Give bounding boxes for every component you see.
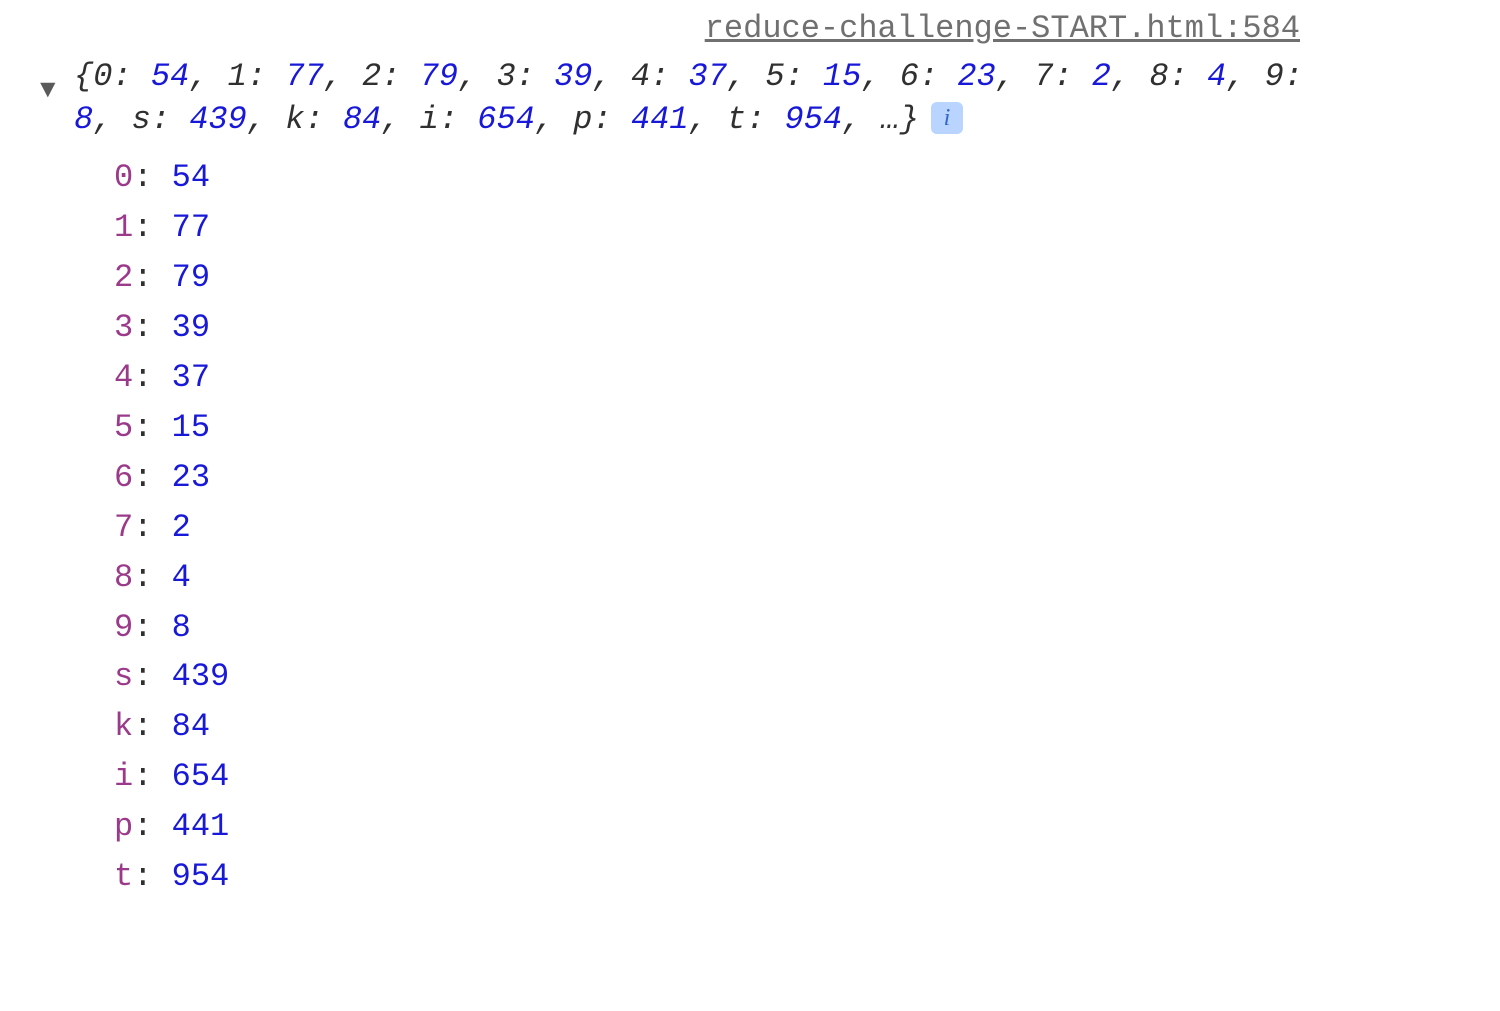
- object-entry[interactable]: 2: 79: [114, 253, 1460, 303]
- object-entry[interactable]: 4: 37: [114, 353, 1460, 403]
- entry-colon: :: [133, 309, 171, 346]
- entry-colon: :: [133, 509, 171, 546]
- entry-colon: :: [133, 858, 171, 895]
- entry-value: 84: [172, 708, 210, 745]
- entry-key: k: [114, 708, 133, 745]
- source-link[interactable]: reduce-challenge-START.html:584: [40, 10, 1460, 47]
- entry-key: 6: [114, 459, 133, 496]
- object-entry[interactable]: 8: 4: [114, 553, 1460, 603]
- entry-colon: :: [133, 609, 171, 646]
- entry-key: t: [114, 858, 133, 895]
- object-entries: 0: 541: 772: 793: 394: 375: 156: 237: 28…: [114, 153, 1460, 902]
- entry-key: 2: [114, 259, 133, 296]
- entry-value: 54: [172, 159, 210, 196]
- entry-key: 8: [114, 559, 133, 596]
- entry-value: 37: [172, 359, 210, 396]
- entry-colon: :: [133, 259, 171, 296]
- entry-value: 77: [172, 209, 210, 246]
- entry-key: 7: [114, 509, 133, 546]
- entry-value: 23: [172, 459, 210, 496]
- object-entry[interactable]: 1: 77: [114, 203, 1460, 253]
- object-entry[interactable]: p: 441: [114, 802, 1460, 852]
- entry-colon: :: [133, 459, 171, 496]
- entry-key: i: [114, 758, 133, 795]
- entry-value: 79: [172, 259, 210, 296]
- entry-value: 441: [172, 808, 230, 845]
- object-entry[interactable]: t: 954: [114, 852, 1460, 902]
- object-entry[interactable]: 6: 23: [114, 453, 1460, 503]
- entry-value: 8: [172, 609, 191, 646]
- entry-value: 4: [172, 559, 191, 596]
- object-entry[interactable]: k: 84: [114, 702, 1460, 752]
- entry-key: 9: [114, 609, 133, 646]
- entry-key: p: [114, 808, 133, 845]
- entry-colon: :: [133, 758, 171, 795]
- object-summary-row: ▼ {0: 54, 1: 77, 2: 79, 3: 39, 4: 37, 5:…: [40, 55, 1460, 141]
- entry-colon: :: [133, 159, 171, 196]
- object-entry[interactable]: 9: 8: [114, 603, 1460, 653]
- entry-colon: :: [133, 658, 171, 695]
- object-entry[interactable]: 0: 54: [114, 153, 1460, 203]
- entry-key: 4: [114, 359, 133, 396]
- entry-key: 5: [114, 409, 133, 446]
- object-summary[interactable]: {0: 54, 1: 77, 2: 79, 3: 39, 4: 37, 5: 1…: [74, 55, 1354, 141]
- entry-colon: :: [133, 409, 171, 446]
- entry-colon: :: [133, 708, 171, 745]
- object-entry[interactable]: 7: 2: [114, 503, 1460, 553]
- entry-colon: :: [133, 808, 171, 845]
- entry-key: s: [114, 658, 133, 695]
- expand-triangle-icon[interactable]: ▼: [40, 75, 64, 105]
- entry-key: 0: [114, 159, 133, 196]
- entry-value: 654: [172, 758, 230, 795]
- entry-colon: :: [133, 209, 171, 246]
- info-badge-icon[interactable]: i: [931, 102, 963, 134]
- entry-value: 2: [172, 509, 191, 546]
- object-entry[interactable]: s: 439: [114, 652, 1460, 702]
- object-entry[interactable]: 3: 39: [114, 303, 1460, 353]
- entry-value: 954: [172, 858, 230, 895]
- entry-key: 3: [114, 309, 133, 346]
- entry-key: 1: [114, 209, 133, 246]
- object-entry[interactable]: 5: 15: [114, 403, 1460, 453]
- object-entry[interactable]: i: 654: [114, 752, 1460, 802]
- entry-value: 15: [172, 409, 210, 446]
- entry-value: 439: [172, 658, 230, 695]
- entry-colon: :: [133, 559, 171, 596]
- entry-value: 39: [172, 309, 210, 346]
- entry-colon: :: [133, 359, 171, 396]
